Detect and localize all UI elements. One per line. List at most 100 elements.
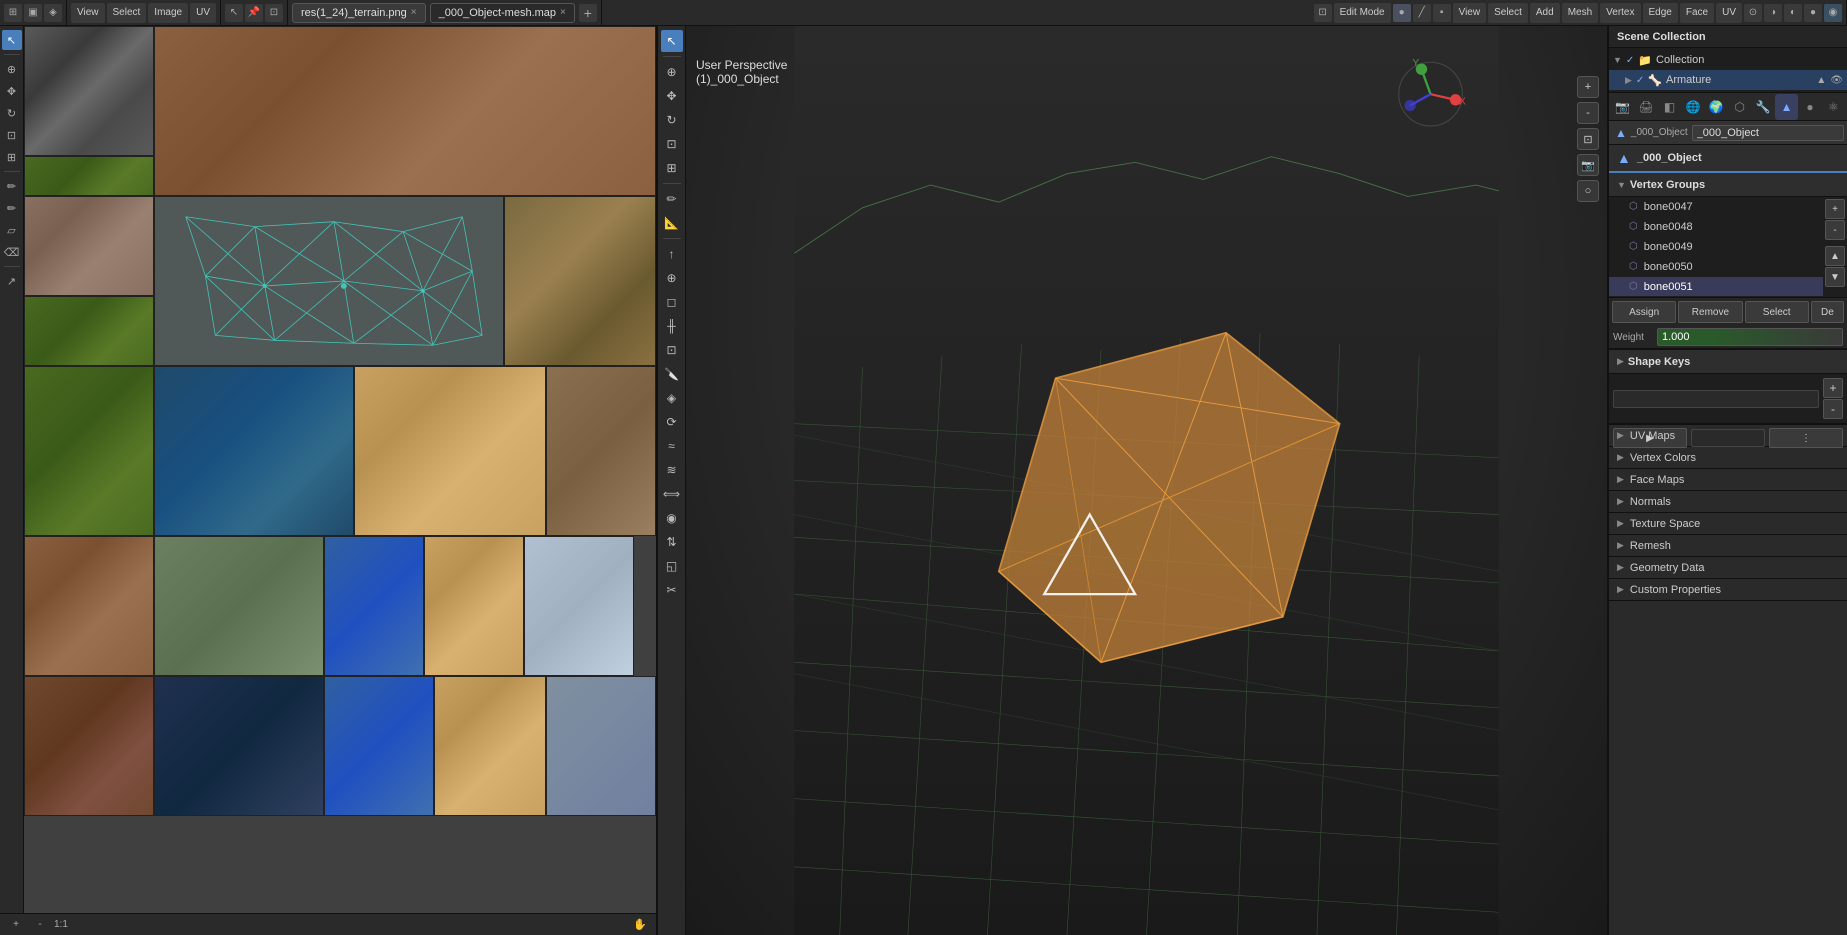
hand-tool-icon[interactable]: ✋ [630,915,650,935]
uv-mesh-display[interactable] [154,196,504,366]
move-tool-icon[interactable]: ✥ [2,81,22,101]
zoom-in-icon[interactable]: + [6,915,26,935]
deselect-vg-btn[interactable]: De [1811,301,1844,323]
viewport-mode-icon[interactable]: ⊡ [1314,4,1332,22]
add-menu-3d[interactable]: Add [1530,3,1560,23]
remove-btn[interactable]: Remove [1678,301,1742,323]
face-maps-section[interactable]: ▶ Face Maps [1609,469,1847,491]
annotate-line-icon[interactable]: ✏ [2,198,22,218]
scene-props-icon[interactable]: 🌐 [1681,94,1704,120]
eraser-icon[interactable]: ⌫ [2,242,22,262]
texture-space-section[interactable]: ▶ Texture Space [1609,513,1847,535]
object-props-icon[interactable]: ⬡ [1728,94,1751,120]
texture-grass-small[interactable] [24,296,154,366]
select-menu-3d[interactable]: Select [1488,3,1528,23]
image-tab-2[interactable]: _000_Object-mesh.map × [430,3,575,23]
ortho-view-btn[interactable]: ⊡ [1577,128,1599,150]
vg-item-bone51[interactable]: ⬡ bone0051 [1609,277,1823,297]
vg-item-bone49[interactable]: ⬡ bone0049 [1609,237,1823,257]
sk-add-btn[interactable]: + [1823,378,1843,398]
texture-row4-1[interactable] [24,536,154,676]
image-menu[interactable]: Image [148,3,188,23]
cursor-tool-icon[interactable]: ⊕ [2,59,22,79]
sk-dots-btn[interactable]: ⋮ [1769,428,1843,448]
tab-add-icon[interactable]: + [579,4,597,22]
uv-menu-left[interactable]: UV [190,3,216,23]
shape-keys-header[interactable]: ▶ Shape Keys [1609,350,1847,374]
texture-row4-2[interactable] [154,536,324,676]
texture-arch[interactable] [24,196,154,296]
filter-icon[interactable]: ⊡ [265,4,283,22]
editor-type-icon[interactable]: ⊞ [4,4,22,22]
edit-mode-btn[interactable]: Edit Mode [1334,3,1391,23]
geometry-data-section[interactable]: ▶ Geometry Data [1609,557,1847,579]
texture-row3-4[interactable] [546,366,656,536]
remesh-section[interactable]: ▶ Remesh [1609,535,1847,557]
image-tab-1[interactable]: res(1_24)_terrain.png × [292,3,426,23]
texture-stone[interactable] [504,196,656,366]
select-vg-btn[interactable]: Select [1745,301,1809,323]
sk-remove-btn[interactable]: - [1823,399,1843,419]
texture-row4-5[interactable] [524,536,634,676]
select-mode-vert[interactable]: ● [1393,4,1411,22]
uv-menu-3d[interactable]: UV [1716,3,1742,23]
world-props-icon[interactable]: 🌍 [1705,94,1728,120]
vertex-groups-header[interactable]: ▼ Vertex Groups [1609,173,1847,197]
texture-row5-5[interactable] [546,676,656,816]
select-mode-face[interactable]: ▪ [1433,4,1451,22]
zoom-out-3d-btn[interactable]: - [1577,102,1599,124]
view-icon[interactable]: ▣ [24,4,42,22]
select-tool-icon[interactable]: ↖ [2,30,22,50]
scale-tool-icon[interactable]: ⊡ [2,125,22,145]
vg-item-bone50[interactable]: ⬡ bone0050 [1609,257,1823,277]
vg-move-down-btn[interactable]: ▼ [1825,267,1845,287]
viewport-shading-1[interactable]: ◑ [1764,4,1782,22]
view-menu[interactable]: View [71,3,105,23]
texture-water[interactable] [154,366,354,536]
zoom-out-icon[interactable]: - [30,915,50,935]
mesh-menu-3d[interactable]: Mesh [1562,3,1598,23]
armature-visibility[interactable]: ✓ [1636,75,1644,86]
vertex-menu-3d[interactable]: Vertex [1600,3,1640,23]
image-grid-area[interactable] [24,26,656,913]
custom-properties-section[interactable]: ▶ Custom Properties [1609,579,1847,601]
collection-visibility[interactable]: ✓ [1626,55,1634,66]
texture-row3-1[interactable] [24,366,154,536]
face-menu-3d[interactable]: Face [1680,3,1714,23]
edge-menu-3d[interactable]: Edge [1643,3,1678,23]
local-view-btn[interactable]: ○ [1577,180,1599,202]
weight-input-field[interactable]: 1.000 [1657,328,1843,346]
assign-btn[interactable]: Assign [1612,301,1676,323]
camera-view-btn[interactable]: 📷 [1577,154,1599,176]
modifier-props-icon[interactable]: 🔧 [1751,94,1774,120]
vg-remove-btn[interactable]: - [1825,220,1845,240]
texture-thumb-dirt-large[interactable] [154,26,656,196]
texture-sand[interactable] [354,366,546,536]
uv-rip-icon[interactable]: ↗ [2,271,22,291]
select-mode-edge[interactable]: ╱ [1413,4,1431,22]
texture-row5-2[interactable] [154,676,324,816]
transform-tool-icon[interactable]: ⊞ [2,147,22,167]
viewport-display-icon[interactable]: ⊙ [1744,4,1762,22]
rotate-tool-icon[interactable]: ↻ [2,103,22,123]
texture-row5-4[interactable] [434,676,546,816]
texture-thumb-grass[interactable] [24,156,154,196]
texture-row5-3[interactable] [324,676,434,816]
render-props-icon[interactable]: 📷 [1611,94,1634,120]
pin-icon[interactable]: 📌 [245,4,263,22]
data-props-icon[interactable]: ▲ [1775,94,1798,120]
tab1-close[interactable]: × [411,7,417,18]
armature-row[interactable]: ▶ ✓ 🦴 Armature ▲ 👁 [1609,70,1847,90]
viewport-shading-4[interactable]: ◉ [1824,4,1842,22]
3d-viewport[interactable]: User Perspective (1)_000_Object [658,26,1607,935]
cursor-icon[interactable]: ↖ [225,4,243,22]
view-menu-3d[interactable]: View [1453,3,1487,23]
viewport-shading-2[interactable]: ◐ [1784,4,1802,22]
viewport-shading-3[interactable]: ● [1804,4,1822,22]
vg-item-bone47[interactable]: ⬡ bone0047 [1609,197,1823,217]
tool-icon[interactable]: ◈ [44,4,62,22]
material-props-icon[interactable]: ● [1798,94,1821,120]
texture-row5-1[interactable] [24,676,154,816]
active-obj-name-field[interactable] [1692,125,1844,141]
vg-add-btn[interactable]: + [1825,199,1845,219]
